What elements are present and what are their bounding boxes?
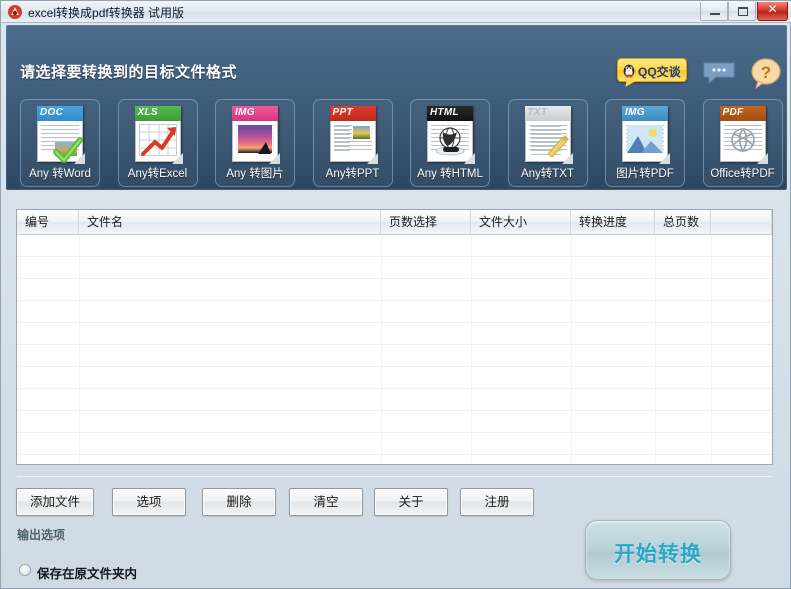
file-list-panel[interactable]: 编号 文件名 页数选择 文件大小 转换进度 总页数	[16, 209, 773, 477]
table-row[interactable]	[17, 345, 772, 367]
format-card-label: Office转PDF	[710, 168, 775, 180]
column-divider	[571, 235, 572, 464]
format-card-label: Any转PPT	[325, 168, 380, 180]
column-divider	[655, 235, 656, 464]
svg-text:?: ?	[761, 63, 771, 82]
window-title: excel转换成pdf转换器 试用版	[28, 6, 185, 20]
action-button-4[interactable]: 清空	[289, 488, 363, 516]
action-button-1[interactable]: 添加文件	[16, 488, 94, 516]
column-header-4[interactable]: 文件大小	[471, 210, 571, 234]
format-icon-txt: TXT	[524, 106, 573, 164]
format-card-3[interactable]: IMG Any 转图片	[215, 99, 295, 187]
format-icon-ppt: PPT	[329, 106, 378, 164]
column-header-7[interactable]	[711, 210, 772, 234]
format-card-label: Any 转图片	[226, 168, 284, 180]
table-row[interactable]	[17, 367, 772, 389]
column-header-6[interactable]: 总页数	[655, 210, 711, 234]
column-divider	[79, 235, 80, 464]
column-header-5[interactable]: 转换进度	[571, 210, 655, 234]
format-card-1[interactable]: DOC Any 转Word	[20, 99, 100, 187]
action-button-bar: 添加文件 选项 删除 清空 关于 注册	[16, 488, 776, 516]
column-divider	[471, 235, 472, 464]
column-header-3[interactable]: 页数选择	[381, 210, 471, 234]
table-row[interactable]	[17, 301, 772, 323]
format-card-label: Any 转Word	[29, 168, 91, 180]
format-icon-html: HTML	[427, 106, 475, 164]
format-card-label: 图片转PDF	[616, 168, 674, 180]
format-card-8[interactable]: PDF Office转PDF	[702, 99, 783, 187]
title-bar[interactable]: excel转换成pdf转换器 试用版 ✕	[1, 1, 791, 23]
action-button-2[interactable]: 选项	[112, 488, 186, 516]
action-button-3[interactable]: 删除	[202, 488, 276, 516]
format-card-list: DOC Any 转Word XLS Any转Excel IMG Any 转图片 PPT Any…	[20, 99, 783, 187]
column-divider	[381, 235, 382, 464]
column-header-1[interactable]: 编号	[17, 210, 79, 234]
table-row[interactable]	[17, 257, 772, 279]
format-icon-pdf: PDF	[719, 106, 768, 164]
maximize-button[interactable]	[728, 2, 756, 21]
start-convert-button[interactable]: 开始转换	[585, 520, 731, 580]
format-card-label: Any 转HTML	[417, 168, 483, 180]
start-convert-label: 开始转换	[614, 543, 702, 566]
minimize-button[interactable]	[700, 2, 728, 21]
format-card-label: Any转TXT	[520, 168, 575, 180]
format-card-5[interactable]: HTML Any 转HTML	[410, 99, 490, 187]
output-options-label: 输出选项	[17, 528, 66, 542]
table-row[interactable]	[17, 235, 772, 257]
format-card-2[interactable]: XLS Any转Excel	[117, 99, 198, 187]
action-button-6[interactable]: 注册	[460, 488, 534, 516]
file-table-body[interactable]	[17, 235, 772, 477]
panel-title: 请选择要转换到的目标文件格式	[20, 64, 238, 81]
table-row[interactable]	[17, 455, 772, 477]
table-row[interactable]	[17, 279, 772, 301]
table-row[interactable]	[17, 433, 772, 455]
app-window: excel转换成pdf转换器 试用版 ✕ 请选择要转换到的目标文件格式 QQ交谈…	[0, 0, 791, 589]
format-selection-panel: 请选择要转换到的目标文件格式 QQ交谈 ? DOC Any 转Word XLS …	[6, 25, 787, 190]
format-icon-img: IMG	[232, 106, 280, 164]
radio-button-icon[interactable]	[19, 564, 31, 576]
format-card-4[interactable]: PPT Any转PPT	[312, 99, 393, 187]
qq-penguin-icon	[623, 64, 635, 79]
minimize-icon	[710, 13, 720, 15]
format-card-label: Any转Excel	[127, 168, 188, 180]
close-icon: ✕	[767, 2, 778, 16]
table-row[interactable]	[17, 389, 772, 411]
action-button-5[interactable]: 关于	[374, 488, 448, 516]
close-button[interactable]: ✕	[757, 2, 788, 21]
qq-chat-label: QQ交谈	[638, 65, 681, 79]
file-table-header: 编号 文件名 页数选择 文件大小 转换进度 总页数	[17, 210, 772, 235]
column-header-2[interactable]: 文件名	[79, 210, 381, 234]
maximize-icon	[738, 7, 748, 16]
qq-cursor-icon	[625, 79, 636, 89]
column-divider	[711, 235, 712, 464]
table-row[interactable]	[17, 411, 772, 433]
format-icon-xls: XLS	[134, 106, 183, 164]
help-question-icon[interactable]: ?	[750, 57, 782, 89]
table-row[interactable]	[17, 323, 772, 345]
app-icon	[8, 5, 22, 19]
format-card-7[interactable]: IMG 图片转PDF	[605, 99, 685, 187]
format-card-6[interactable]: TXT Any转TXT	[507, 99, 588, 187]
chat-bubble-icon[interactable]	[702, 61, 736, 85]
output-folder-radio-label: 保存在原文件夹内	[37, 567, 138, 581]
format-icon-img: IMG	[622, 106, 670, 164]
format-icon-doc: DOC	[37, 106, 85, 164]
